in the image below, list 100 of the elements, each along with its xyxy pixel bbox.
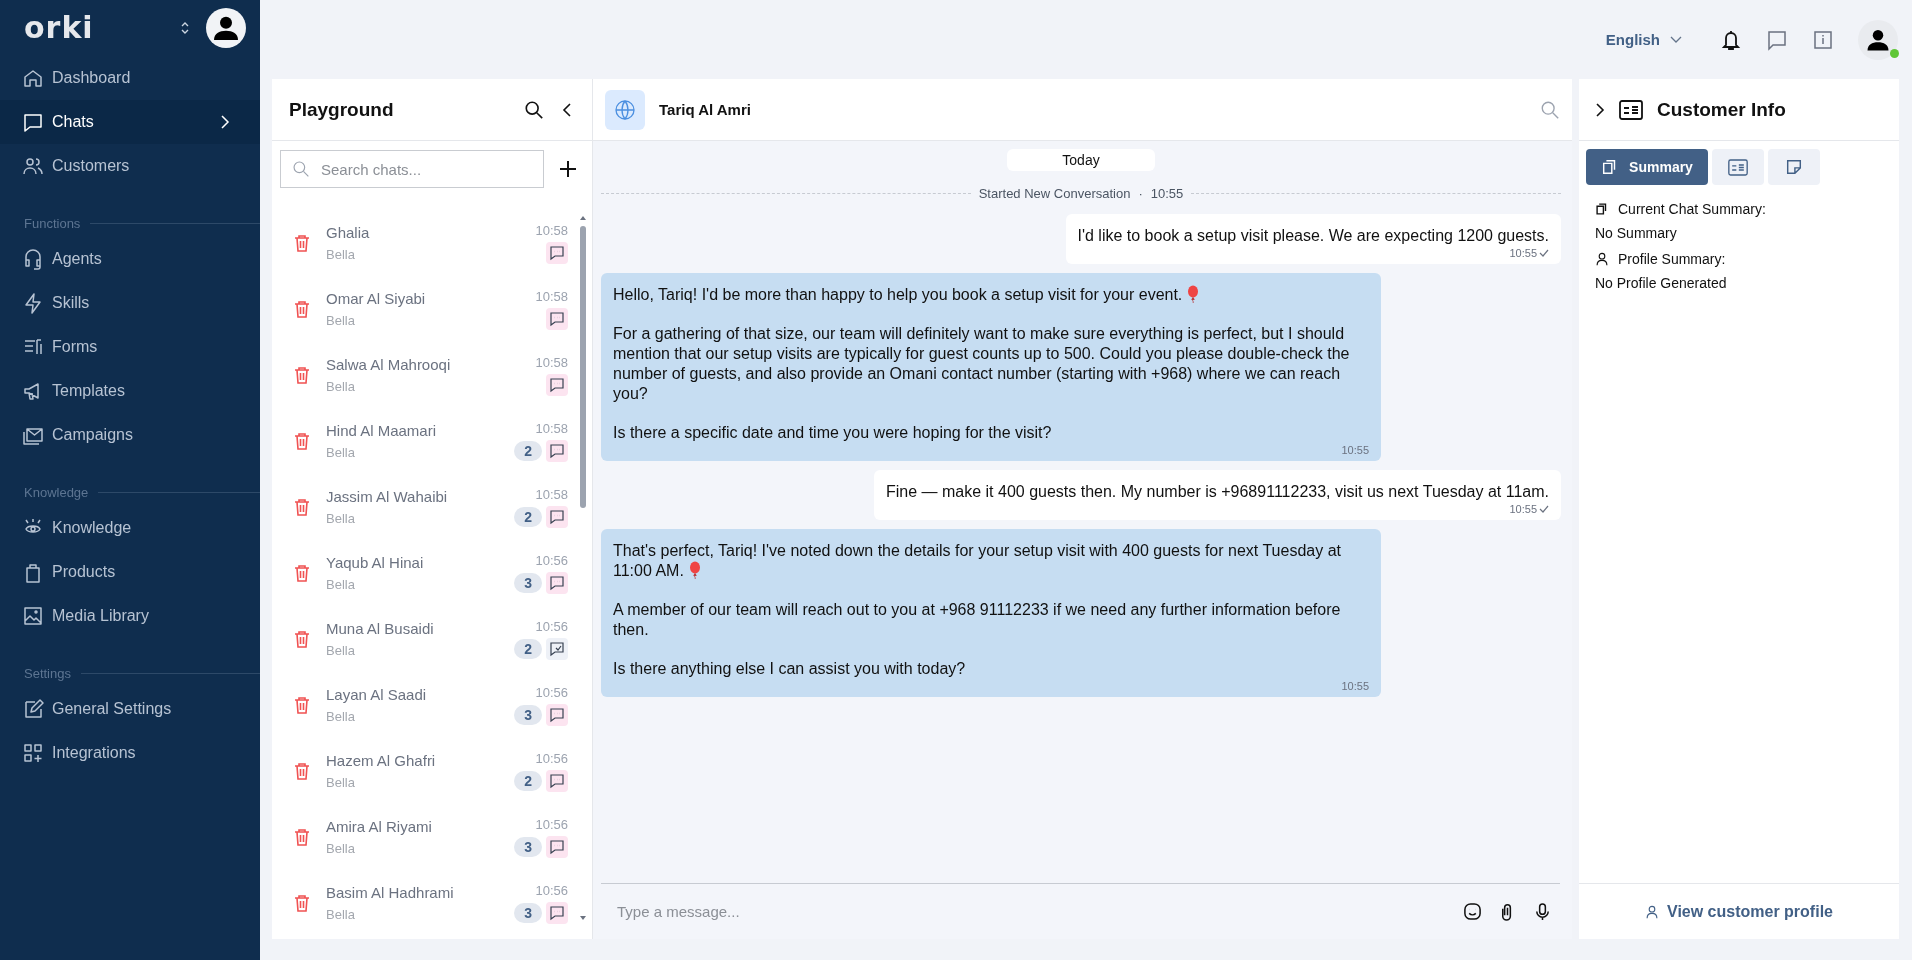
chat-list-item[interactable]: Jassim Al Wahaibi Bella 10:58 2 <box>272 474 578 540</box>
nav-item[interactable]: Knowledge <box>0 506 260 550</box>
nav-item[interactable]: Integrations <box>0 731 260 775</box>
trash-icon[interactable] <box>292 893 312 913</box>
check-icon <box>1539 505 1549 513</box>
agent-name: Bella <box>326 313 356 328</box>
trash-icon[interactable] <box>292 695 312 715</box>
collapse-icon[interactable] <box>562 101 572 118</box>
nav-item[interactable]: Customers <box>0 144 260 188</box>
unread-count: 2 <box>514 638 542 659</box>
view-profile-link[interactable]: View customer profile <box>1645 902 1833 921</box>
section-heading: Profile Summary: <box>1618 251 1726 267</box>
switcher-icon[interactable] <box>180 20 190 36</box>
chat-list-item[interactable]: Salwa Al Mahrooqi Bella 10:58 <box>272 342 578 408</box>
contact-name: Salwa Al Mahrooqi <box>326 356 452 373</box>
emoji-icon[interactable] <box>1463 902 1482 921</box>
contact-name: Tariq Al Amri <box>659 101 751 118</box>
tab[interactable] <box>1712 149 1764 185</box>
grid-plus-icon <box>22 742 44 764</box>
trash-icon[interactable] <box>292 233 312 253</box>
chat-list-item[interactable]: Yaqub Al Hinai Bella 10:56 3 <box>272 540 578 606</box>
person-icon <box>1595 252 1609 266</box>
contact-name: Jassim Al Wahaibi <box>326 488 449 505</box>
plus-icon[interactable] <box>558 159 578 179</box>
nav-item[interactable]: Agents <box>0 237 260 281</box>
message-text: Fine — make it 400 guests then. My number is +96891112233, visit us next Tuesday at 11am. <box>885 482 1549 502</box>
chat-list-item[interactable]: Layan Al Saadi Bella 10:56 3 <box>272 672 578 738</box>
chat-time: 10:58 <box>535 288 568 304</box>
chat-list-item[interactable]: Omar Al Siyabi Bella 10:58 <box>272 276 578 342</box>
message-text: A member of our team will reach out to you at +968 91112233 if we need any further information before then. <box>613 600 1342 640</box>
chat-time: 10:58 <box>535 354 568 370</box>
tab[interactable] <box>1768 149 1820 185</box>
conversation-start-note: Started New Conversation <box>978 186 1131 201</box>
nav-item[interactable]: Campaigns <box>0 413 260 457</box>
chat-bubble-icon <box>22 111 44 133</box>
chat-list-item[interactable]: Amira Al Riyami Bella 10:56 3 <box>272 804 578 870</box>
microphone-icon[interactable] <box>1533 902 1552 921</box>
agent-name: Bella <box>326 511 356 526</box>
nav-item[interactable]: Chats <box>0 100 260 144</box>
chat-time: 10:58 <box>535 486 568 502</box>
nav-item[interactable]: Dashboard <box>0 56 260 100</box>
unread-count: 3 <box>514 704 542 725</box>
nav-item[interactable]: Media Library <box>0 594 260 638</box>
edit-icon <box>22 698 44 720</box>
section-value: No Profile Generated <box>1595 275 1728 291</box>
chat-time: 10:58 <box>535 420 568 436</box>
message-time: 10:55 <box>1509 246 1537 260</box>
id-card-icon <box>1619 99 1643 120</box>
contact-name: Yaqub Al Hinai <box>326 554 425 571</box>
message-text: Is there a specific date and time you were hoping for the visit? <box>613 423 1053 443</box>
nav-item[interactable]: Products <box>0 550 260 594</box>
message-text: That's perfect, Tariq! I've noted down the details for your setup visit with 400 guests for next Tuesday at 11:00 AM. <box>613 541 1342 581</box>
bell-icon[interactable] <box>1720 28 1742 51</box>
nav-item[interactable]: Skills <box>0 281 260 325</box>
chat-list-item[interactable]: Hazem Al Ghafri Bella 10:56 2 <box>272 738 578 804</box>
panel-title: Playground <box>289 98 394 121</box>
nav-item[interactable]: Forms <box>0 325 260 369</box>
contact-name: Layan Al Saadi <box>326 686 428 703</box>
message-time: 10:55 <box>1341 679 1369 693</box>
trash-icon[interactable] <box>292 497 312 517</box>
message-text: For a gathering of that size, our team will definitely want to make sure everything is perfect, but I should mention that our setup visits are typically for guest counts up to 500. Could you please double-check the number of guests, and also provide an Omani contact number (starting with +968) where we can reach you? <box>613 324 1351 404</box>
chat-list-item[interactable]: Basim Al Hadhrami Bella 10:56 3 <box>272 870 578 936</box>
chat-bubble-icon[interactable] <box>1766 28 1788 51</box>
conversation-start-time: 10:55 <box>1150 186 1184 201</box>
section-heading: Current Chat Summary: <box>1618 201 1766 217</box>
language-dropdown[interactable]: English <box>1605 31 1682 48</box>
note-icon <box>1785 158 1803 176</box>
trash-icon[interactable] <box>292 431 312 451</box>
chat-list-item[interactable]: Muna Al Busaidi Bella 10:56 2 <box>272 606 578 672</box>
nav-item[interactable]: Templates <box>0 369 260 413</box>
check-icon <box>1539 249 1549 257</box>
message-input[interactable]: Type a message... <box>615 902 1447 921</box>
user-avatar[interactable] <box>1858 19 1898 60</box>
search-field[interactable]: Search chats... <box>280 150 544 188</box>
lightning-icon <box>22 292 44 314</box>
chevron-right-icon[interactable] <box>1595 101 1605 118</box>
contact-name: Hind Al Maamari <box>326 422 438 439</box>
id-card-icon <box>1728 158 1748 176</box>
unread-count: 3 <box>514 902 542 923</box>
chat-list-item[interactable]: Hind Al Maamari Bella 10:58 2 <box>272 408 578 474</box>
trash-icon[interactable] <box>292 761 312 781</box>
chat-time: 10:56 <box>535 882 568 898</box>
trash-icon[interactable] <box>292 299 312 319</box>
search-icon[interactable] <box>524 99 544 120</box>
nav-item[interactable]: General Settings <box>0 687 260 731</box>
caret-icon <box>1670 35 1682 44</box>
person-icon <box>1645 904 1659 919</box>
trash-icon[interactable] <box>292 365 312 385</box>
headset-icon <box>22 248 44 270</box>
contact-avatar <box>605 89 645 130</box>
trash-icon[interactable] <box>292 827 312 847</box>
info-icon[interactable] <box>1812 28 1834 51</box>
logo[interactable]: orki <box>24 13 94 43</box>
trash-icon[interactable] <box>292 629 312 649</box>
section-heading: Settings <box>24 666 71 681</box>
chat-list-item[interactable]: Ghalia Bella 10:58 <box>272 210 578 276</box>
tab[interactable]: Summary <box>1586 149 1708 185</box>
user-avatar[interactable] <box>206 8 246 48</box>
trash-icon[interactable] <box>292 563 312 583</box>
message-time: 10:55 <box>1509 502 1537 516</box>
